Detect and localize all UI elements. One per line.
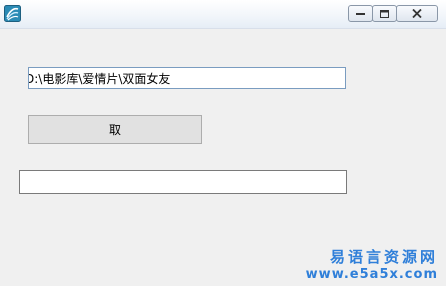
- close-button[interactable]: [396, 5, 438, 22]
- minimize-icon: [356, 12, 365, 15]
- title-bar[interactable]: [0, 0, 446, 29]
- path-input[interactable]: [28, 67, 346, 89]
- result-field[interactable]: [19, 170, 347, 194]
- fetch-button[interactable]: 取: [28, 115, 202, 144]
- watermark-url: www.e5a5x.com: [305, 267, 438, 282]
- app-icon[interactable]: [4, 5, 21, 22]
- window-controls: [348, 5, 438, 24]
- app-window: 取 易语言资源网 www.e5a5x.com: [0, 0, 446, 286]
- watermark: 易语言资源网 www.e5a5x.com: [306, 248, 438, 283]
- fetch-button-label: 取: [108, 123, 121, 137]
- maximize-button[interactable]: [372, 5, 397, 22]
- watermark-title: 易语言资源网: [329, 248, 438, 266]
- minimize-button[interactable]: [348, 5, 373, 22]
- close-icon: [412, 9, 422, 18]
- maximize-icon: [380, 9, 389, 18]
